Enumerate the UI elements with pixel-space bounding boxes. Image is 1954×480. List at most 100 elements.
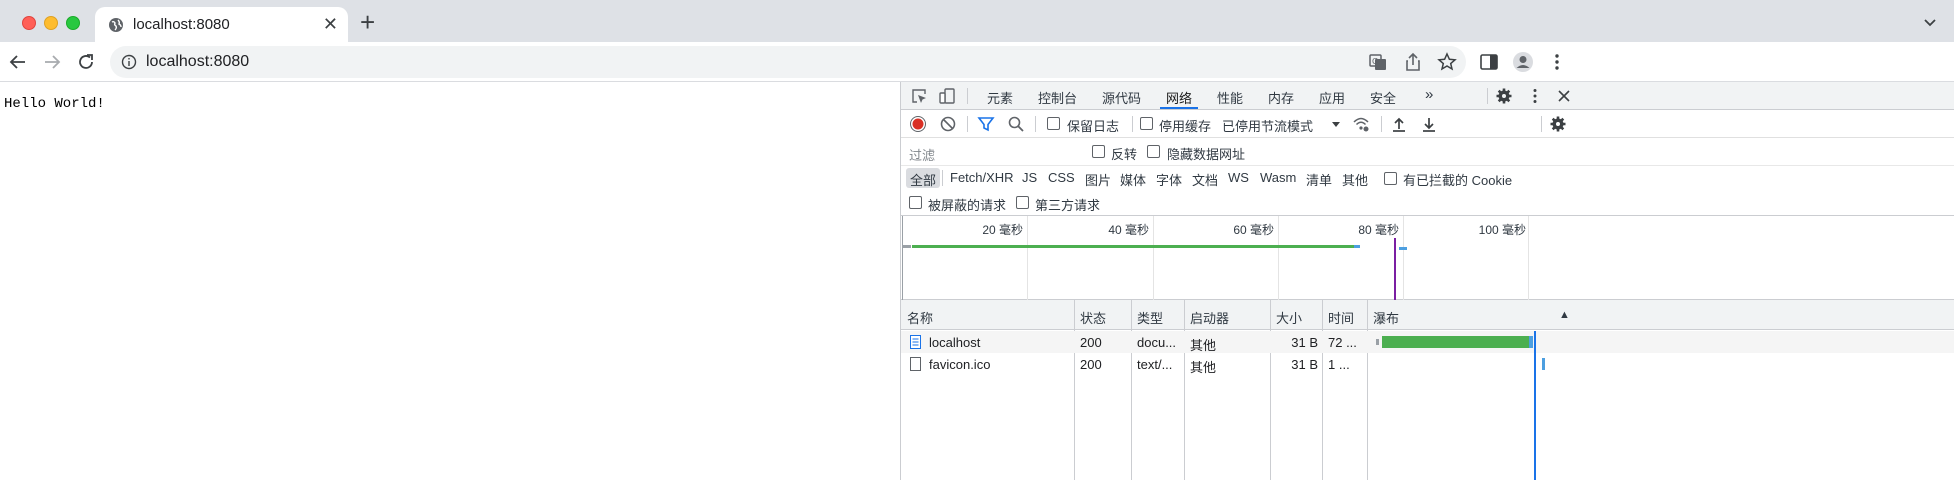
type-doc[interactable]: 文档 bbox=[1188, 168, 1222, 188]
third-party-label: 第三方请求 bbox=[1035, 198, 1101, 213]
row-name: favicon.ico bbox=[929, 357, 991, 372]
more-tabs-icon[interactable]: » bbox=[1425, 86, 1433, 103]
third-party-checkbox[interactable] bbox=[1016, 196, 1029, 209]
share-icon[interactable] bbox=[1402, 51, 1424, 73]
disable-cache-checkbox[interactable] bbox=[1140, 117, 1153, 130]
inspect-element-icon[interactable] bbox=[910, 87, 928, 105]
info-icon[interactable] bbox=[121, 54, 137, 70]
minimize-window-button[interactable] bbox=[44, 16, 58, 30]
filter-placeholder: 过滤 bbox=[909, 148, 936, 163]
type-media[interactable]: 媒体 bbox=[1116, 168, 1150, 188]
tick-label: 80 毫秒 bbox=[1358, 223, 1399, 237]
type-wasm[interactable]: Wasm bbox=[1256, 168, 1300, 188]
throttling-select[interactable]: 已停用节流模式 bbox=[1222, 116, 1313, 135]
page-body-text: Hello World! bbox=[4, 96, 105, 112]
device-toolbar-icon[interactable] bbox=[938, 87, 956, 105]
url-text: localhost:8080 bbox=[146, 53, 250, 70]
chevron-down-icon[interactable] bbox=[1922, 14, 1938, 30]
tab-application[interactable]: 应用 bbox=[1319, 88, 1345, 107]
row-size: 31 B bbox=[1291, 335, 1318, 350]
type-ws[interactable]: WS bbox=[1224, 168, 1253, 188]
document-icon bbox=[910, 335, 921, 349]
network-conditions-icon[interactable] bbox=[1352, 115, 1370, 133]
column-name[interactable]: 名称 bbox=[907, 308, 933, 327]
load-event-marker bbox=[1534, 331, 1536, 480]
close-devtools-icon[interactable] bbox=[1555, 87, 1573, 105]
forward-icon[interactable] bbox=[41, 51, 63, 73]
dropdown-arrow-icon[interactable] bbox=[1327, 115, 1345, 133]
row-status: 200 bbox=[1080, 357, 1102, 372]
tick-label: 100 毫秒 bbox=[1478, 223, 1526, 237]
settings-gear-icon[interactable] bbox=[1495, 87, 1513, 105]
type-all[interactable]: 全部 bbox=[906, 168, 941, 188]
blocked-requests-checkbox[interactable] bbox=[909, 196, 922, 209]
waterfall-bar bbox=[1542, 358, 1546, 370]
type-fetch-xhr[interactable]: Fetch/XHR bbox=[946, 168, 1018, 188]
tab-memory[interactable]: 内存 bbox=[1268, 88, 1294, 107]
sort-up-icon[interactable]: ▲ bbox=[1559, 309, 1570, 321]
timeline-favicon-bar bbox=[1399, 247, 1407, 250]
clear-icon[interactable] bbox=[939, 115, 957, 133]
filter-icon[interactable] bbox=[977, 115, 995, 133]
close-window-button[interactable] bbox=[22, 16, 36, 30]
table-row[interactable]: favicon.ico 200 text/... 其他 31 B 1 ... bbox=[901, 353, 1954, 375]
side-panel-icon[interactable] bbox=[1478, 51, 1500, 73]
back-icon[interactable] bbox=[7, 51, 29, 73]
preserve-log-label: 保留日志 bbox=[1067, 119, 1120, 134]
hide-data-urls-checkbox[interactable] bbox=[1147, 145, 1160, 158]
blocked-cookies-checkbox[interactable] bbox=[1384, 172, 1397, 185]
type-css[interactable]: CSS bbox=[1044, 168, 1079, 188]
maximize-window-button[interactable] bbox=[66, 16, 80, 30]
waterfall-queue-bar bbox=[1376, 339, 1379, 345]
browser-toolbar: localhost:8080 G bbox=[0, 42, 1954, 82]
new-tab-button[interactable]: + bbox=[360, 9, 375, 35]
table-header: 名称 状态 类型 启动器 大小 时间 瀑布 ▲ bbox=[901, 300, 1954, 330]
tab-elements[interactable]: 元素 bbox=[987, 88, 1013, 107]
row-size: 31 B bbox=[1291, 357, 1318, 372]
table-row[interactable]: localhost 200 docu... 其他 31 B 72 ... bbox=[901, 331, 1954, 353]
import-har-icon[interactable] bbox=[1390, 115, 1408, 133]
column-size[interactable]: 大小 bbox=[1276, 308, 1302, 327]
filter-input[interactable]: 过滤 bbox=[905, 141, 1080, 163]
tab-security[interactable]: 安全 bbox=[1370, 88, 1396, 107]
tab-console[interactable]: 控制台 bbox=[1038, 88, 1077, 107]
column-type[interactable]: 类型 bbox=[1137, 308, 1163, 327]
tab-sources[interactable]: 源代码 bbox=[1102, 88, 1141, 107]
bookmark-star-icon[interactable] bbox=[1436, 51, 1458, 73]
column-initiator[interactable]: 启动器 bbox=[1190, 308, 1229, 327]
close-tab-icon[interactable]: ✕ bbox=[323, 14, 338, 34]
overview-timeline[interactable]: 20 毫秒 40 毫秒 60 毫秒 80 毫秒 100 毫秒 bbox=[901, 216, 1954, 300]
timeline-queue-bar bbox=[903, 245, 911, 248]
translate-icon[interactable]: G bbox=[1367, 51, 1389, 73]
type-font[interactable]: 字体 bbox=[1152, 168, 1186, 188]
column-status[interactable]: 状态 bbox=[1080, 308, 1106, 327]
browser-tab[interactable]: localhost:8080 ✕ bbox=[95, 7, 348, 42]
devtools-menu-icon[interactable] bbox=[1526, 87, 1544, 105]
profile-avatar-icon[interactable] bbox=[1512, 51, 1534, 73]
column-time[interactable]: 时间 bbox=[1328, 308, 1354, 327]
column-waterfall[interactable]: 瀑布 bbox=[1373, 308, 1399, 327]
record-icon[interactable] bbox=[909, 115, 927, 133]
resource-type-filter: 全部 Fetch/XHR JS CSS 图片 媒体 字体 文档 WS Wasm … bbox=[901, 166, 1954, 190]
search-icon[interactable] bbox=[1007, 115, 1025, 133]
type-other[interactable]: 其他 bbox=[1338, 168, 1372, 188]
tab-network[interactable]: 网络 bbox=[1166, 88, 1192, 107]
type-js[interactable]: JS bbox=[1018, 168, 1041, 188]
type-img[interactable]: 图片 bbox=[1081, 168, 1115, 188]
preserve-log-checkbox[interactable] bbox=[1047, 117, 1060, 130]
tab-title: localhost:8080 bbox=[133, 16, 230, 33]
file-icon bbox=[910, 357, 921, 371]
disable-cache-label: 停用缓存 bbox=[1159, 119, 1212, 134]
hide-data-urls-label: 隐藏数据网址 bbox=[1167, 147, 1246, 162]
type-manifest[interactable]: 清单 bbox=[1302, 168, 1336, 188]
network-settings-gear-icon[interactable] bbox=[1549, 115, 1567, 133]
devtools-tab-bar: 元素 控制台 源代码 网络 性能 内存 应用 安全 » bbox=[901, 82, 1954, 110]
reload-icon[interactable] bbox=[75, 51, 97, 73]
tab-performance[interactable]: 性能 bbox=[1217, 88, 1243, 107]
kebab-menu-icon[interactable] bbox=[1546, 51, 1568, 73]
address-bar[interactable]: localhost:8080 bbox=[110, 46, 1466, 78]
invert-checkbox[interactable] bbox=[1092, 145, 1105, 158]
filter-row: 过滤 反转 隐藏数据网址 bbox=[901, 138, 1954, 166]
export-har-icon[interactable] bbox=[1420, 115, 1438, 133]
blocked-filter-row: 被屏蔽的请求 第三方请求 bbox=[901, 190, 1954, 216]
